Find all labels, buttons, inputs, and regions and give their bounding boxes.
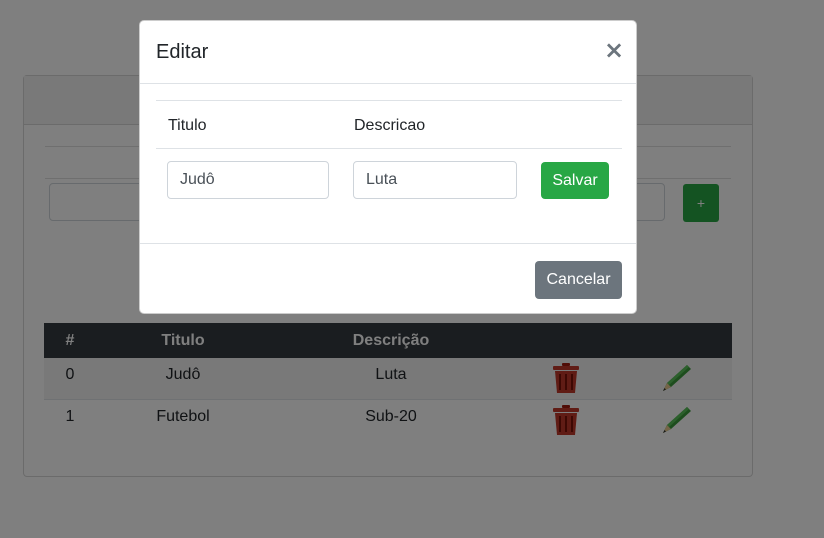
close-icon[interactable]: × — [604, 38, 624, 62]
titulo-column-label: Titulo — [168, 117, 207, 134]
descricao-column-label: Descricao — [354, 117, 426, 134]
save-button[interactable]: Salvar — [541, 162, 609, 199]
titulo-input[interactable] — [167, 161, 329, 199]
modal-title: Editar — [156, 41, 209, 63]
modal-header: Editar × — [140, 21, 636, 84]
cancel-button[interactable]: Cancelar — [535, 261, 622, 299]
divider — [156, 148, 622, 149]
divider — [156, 100, 622, 101]
modal-footer-divider — [140, 243, 636, 244]
edit-modal: Editar × Titulo Descricao Salvar Cancela… — [139, 20, 637, 314]
descricao-input[interactable] — [353, 161, 517, 199]
